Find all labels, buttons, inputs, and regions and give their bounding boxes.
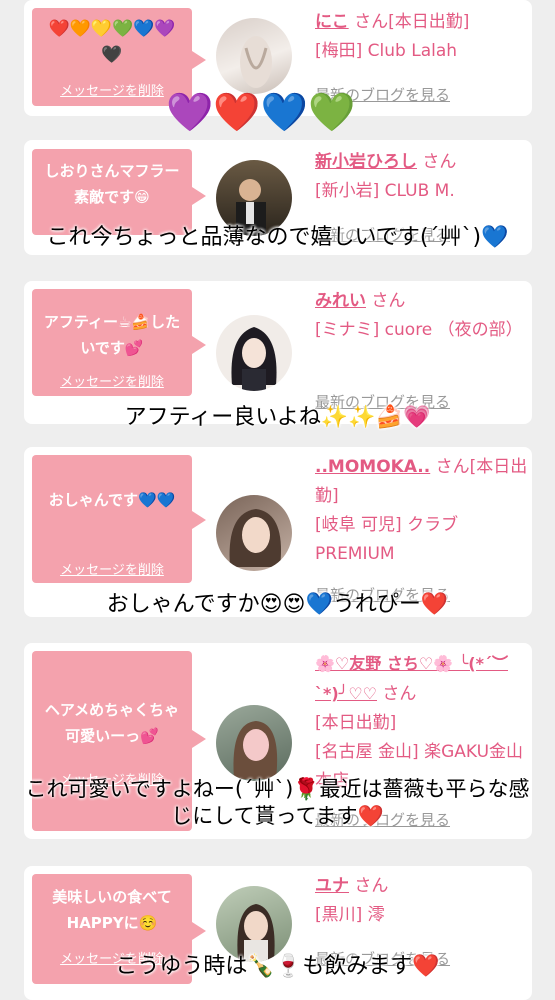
cast-location: [ミナミ] cuore （夜の部） bbox=[315, 320, 523, 340]
avatar-photo bbox=[229, 509, 281, 567]
message-bubble: おしゃんです💙💙 メッセージを削除 bbox=[32, 455, 206, 583]
cast-name[interactable]: にこ bbox=[315, 12, 349, 32]
caption-overlay: これ今ちょっと品薄なので嬉しいです(´艸`)💙 bbox=[46, 225, 509, 250]
cast-info: にこ さん[本日出勤] [梅田] Club Lalah bbox=[315, 8, 530, 66]
message-text: アフティー☕🍰したいです💕 bbox=[43, 313, 181, 357]
cast-info: 🌸♡友野 さち♡🌸 ╰(*´︶`*)╯♡♡ さん [本日出勤] [名古屋 金山]… bbox=[315, 649, 530, 796]
cast-name[interactable]: 新小岩ひろし bbox=[315, 152, 417, 172]
cast-name[interactable]: みれい bbox=[315, 291, 366, 311]
cast-suffix: さん[本日出勤] bbox=[354, 12, 470, 32]
caption-overlay: これ可愛いですよねー(´艸`)🌹最近は薔薇も平らな感じにして貰ってます❤️ bbox=[25, 777, 530, 828]
message-text: おしゃんです💙💙 bbox=[48, 491, 176, 509]
message-text: ヘアメめちゃくちゃ可愛いーっ💕 bbox=[44, 701, 180, 745]
cast-info: みれい さん [ミナミ] cuore （夜の部） bbox=[315, 287, 530, 345]
cast-location: [梅田] Club Lalah bbox=[315, 41, 458, 61]
cast-info: ..MOMOKA.. さん[本日出勤] [岐阜 可児] クラブPREMIUM bbox=[315, 453, 530, 569]
avatar-photo bbox=[237, 904, 275, 962]
delete-message-link[interactable]: メッセージを削除 bbox=[32, 563, 192, 579]
message-text: ❤️🧡💛💚💙💜🖤 bbox=[48, 19, 176, 65]
message-bubble: しおりさんマフラー素敵です😁 bbox=[32, 149, 206, 235]
avatar-photo bbox=[231, 327, 277, 391]
cast-name[interactable]: ..MOMOKA.. bbox=[315, 457, 430, 477]
caption-overlay: アフティー良いよね✨✨🍰💗 bbox=[124, 405, 431, 430]
avatar-photo bbox=[233, 721, 278, 779]
avatar[interactable] bbox=[216, 18, 292, 94]
cast-info: 新小岩ひろし さん [新小岩] CLUB M. bbox=[315, 148, 530, 206]
cast-suffix: さん bbox=[382, 684, 417, 704]
caption-overlay: おしゃんですか😍😍💙うれぴー❤️ bbox=[106, 592, 449, 617]
caption-overlay: こうゆう時は🍾🍷も飲みます❤️ bbox=[115, 954, 440, 979]
cast-location: [黒川] 澪 bbox=[315, 905, 385, 925]
message-text: しおりさんマフラー素敵です😁 bbox=[44, 162, 180, 206]
avatar[interactable] bbox=[216, 315, 292, 391]
cast-location: [新小岩] CLUB M. bbox=[315, 181, 455, 201]
message-text: 美味しいの食べてHAPPYに☺️ bbox=[52, 888, 172, 932]
cast-info: ユナ さん [黒川] 澪 bbox=[315, 872, 530, 930]
avatar[interactable] bbox=[216, 705, 292, 781]
cast-name[interactable]: ユナ bbox=[315, 876, 349, 896]
delete-message-link[interactable]: メッセージを削除 bbox=[32, 375, 192, 391]
avatar[interactable] bbox=[216, 886, 292, 962]
cast-status: [本日出勤] bbox=[315, 713, 397, 733]
message-card: アフティー☕🍰したいです💕 メッセージを削除 みれい さん [ミナミ] cuor… bbox=[24, 281, 532, 424]
avatar[interactable] bbox=[216, 495, 292, 571]
cast-suffix: さん bbox=[371, 291, 406, 311]
hearts-sticker: 💜❤️💙💚 bbox=[166, 90, 356, 134]
cast-suffix: さん bbox=[422, 152, 457, 172]
avatar-photo bbox=[240, 36, 272, 88]
message-bubble: アフティー☕🍰したいです💕 メッセージを削除 bbox=[32, 289, 206, 396]
cast-suffix: さん bbox=[354, 876, 389, 896]
cast-location: [岐阜 可児] クラブPREMIUM bbox=[315, 515, 459, 564]
